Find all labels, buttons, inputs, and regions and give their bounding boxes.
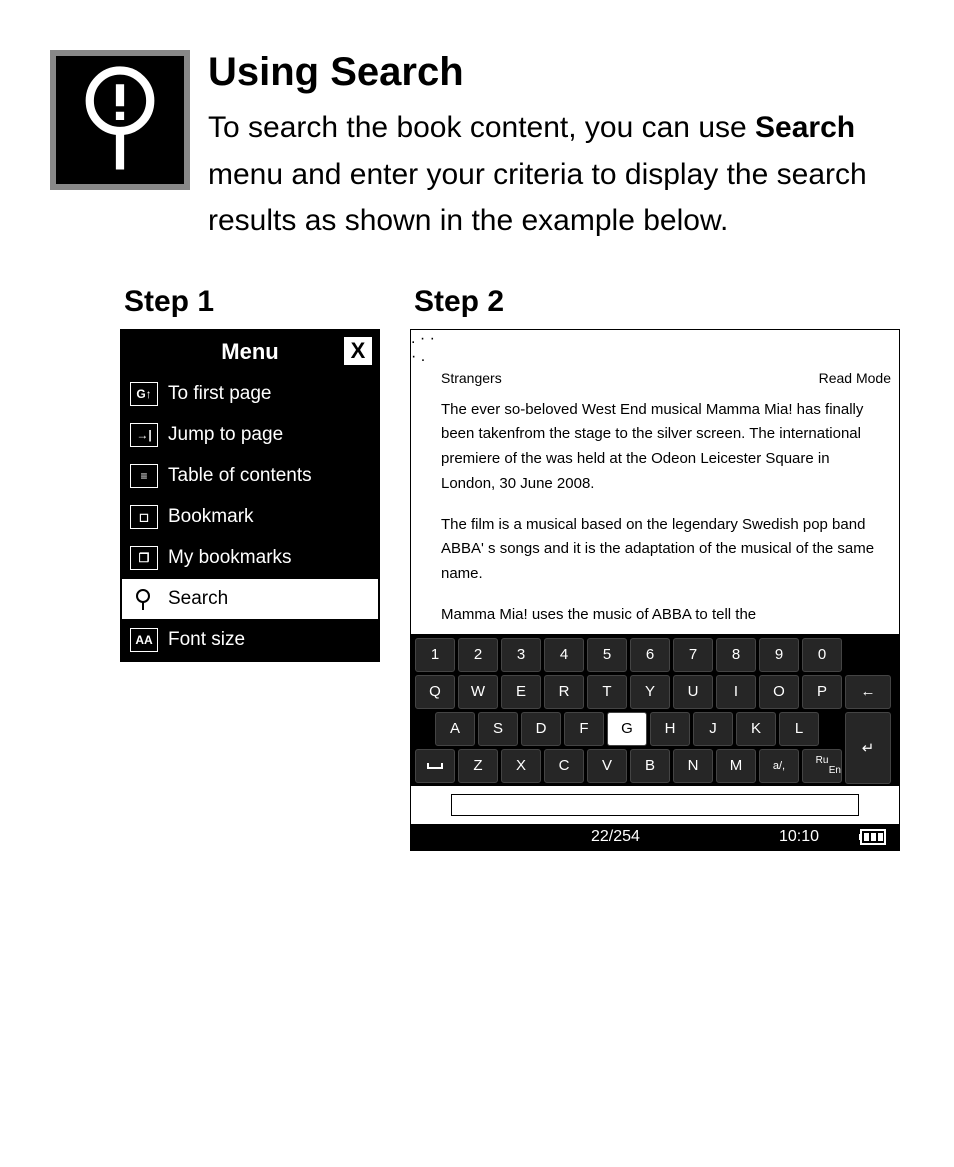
key-5[interactable]: 5 [587, 638, 627, 672]
key-i[interactable]: I [716, 675, 756, 709]
key-o[interactable]: O [759, 675, 799, 709]
menu-item-font-size[interactable]: AA Font size [122, 619, 378, 660]
jump-icon: →| [130, 423, 158, 447]
read-mode-label: Read Mode [819, 370, 891, 386]
step1-label: Step 1 [120, 285, 380, 319]
menu-item-search[interactable]: Search [122, 578, 378, 619]
key-0[interactable]: 0 [802, 638, 842, 672]
intro-post: menu and enter your criteria to display … [208, 158, 867, 238]
key-language[interactable]: RuEn [802, 749, 842, 783]
menu-item-toc[interactable]: ≡ Table of contents [122, 455, 378, 496]
menu-title: Menu [221, 339, 278, 365]
menu-item-label: To first page [168, 383, 272, 405]
step2-label: Step 2 [410, 285, 900, 319]
key-q[interactable]: Q [415, 675, 455, 709]
reader-screen: . · ·· . Strangers Read Mode The ever so… [410, 329, 900, 851]
key-7[interactable]: 7 [673, 638, 713, 672]
menu-panel: Menu X G↑ To first page →| Jump to page … [120, 329, 380, 662]
key-m[interactable]: M [716, 749, 756, 783]
key-j[interactable]: J [693, 712, 733, 746]
menu-item-label: My bookmarks [168, 547, 292, 569]
font-size-icon: AA [130, 628, 158, 652]
key-3[interactable]: 3 [501, 638, 541, 672]
page-title: Using Search [208, 50, 904, 95]
key-y[interactable]: Y [630, 675, 670, 709]
menu-item-first-page[interactable]: G↑ To first page [122, 373, 378, 414]
page-counter: 22/254 [591, 828, 640, 846]
key-d[interactable]: D [521, 712, 561, 746]
key-s[interactable]: S [478, 712, 518, 746]
reader-paragraph: Mamma Mia! uses the music of ABBA to tel… [441, 603, 877, 628]
reader-body: The ever so-beloved West End musical Mam… [411, 388, 899, 634]
clock: 10:10 [779, 828, 819, 846]
key-k[interactable]: K [736, 712, 776, 746]
battery-icon [859, 829, 889, 845]
key-f[interactable]: F [564, 712, 604, 746]
key-a[interactable]: A [435, 712, 475, 746]
key-t[interactable]: T [587, 675, 627, 709]
key-u[interactable]: U [673, 675, 713, 709]
key-space[interactable] [415, 749, 455, 783]
search-input-bar [411, 786, 899, 824]
key-n[interactable]: N [673, 749, 713, 783]
menu-title-bar: Menu X [122, 331, 378, 373]
toc-icon: ≡ [130, 464, 158, 488]
key-9[interactable]: 9 [759, 638, 799, 672]
book-title: Strangers [441, 370, 502, 386]
intro-text: To search the book content, you can use … [208, 105, 904, 245]
intro-bold: Search [755, 111, 855, 144]
menu-item-label: Bookmark [168, 506, 254, 528]
key-p[interactable]: P [802, 675, 842, 709]
menu-item-my-bookmarks[interactable]: ❐ My bookmarks [122, 537, 378, 578]
intro-pre: To search the book content, you can use [208, 111, 755, 144]
key-e[interactable]: E [501, 675, 541, 709]
bookmarks-icon: ❐ [130, 546, 158, 570]
key-x[interactable]: X [501, 749, 541, 783]
menu-item-label: Table of contents [168, 465, 312, 487]
key-backspace[interactable]: ← [845, 675, 891, 709]
search-icon [130, 587, 158, 611]
key-2[interactable]: 2 [458, 638, 498, 672]
reader-paragraph: The film is a musical based on the legen… [441, 513, 877, 587]
key-symbols[interactable]: a/, [759, 749, 799, 783]
search-input[interactable] [451, 794, 859, 816]
menu-item-label: Font size [168, 629, 245, 651]
bookmark-icon: ◻ [130, 505, 158, 529]
key-enter[interactable]: ↵ [845, 712, 891, 784]
on-screen-keyboard: 1234567890 QWERTYUIOP ← ASDFGHJKL ZXCVBN… [411, 634, 899, 786]
menu-item-label: Jump to page [168, 424, 283, 446]
key-4[interactable]: 4 [544, 638, 584, 672]
key-1[interactable]: 1 [415, 638, 455, 672]
key-z[interactable]: Z [458, 749, 498, 783]
key-h[interactable]: H [650, 712, 690, 746]
key-8[interactable]: 8 [716, 638, 756, 672]
menu-item-jump[interactable]: →| Jump to page [122, 414, 378, 455]
first-page-icon: G↑ [130, 382, 158, 406]
status-bar: 22/254 10:10 [411, 824, 899, 850]
key-r[interactable]: R [544, 675, 584, 709]
key-l[interactable]: L [779, 712, 819, 746]
key-b[interactable]: B [630, 749, 670, 783]
menu-item-bookmark[interactable]: ◻ Bookmark [122, 496, 378, 537]
reader-paragraph: The ever so-beloved West End musical Mam… [441, 398, 877, 497]
menu-item-label: Search [168, 588, 228, 610]
corner-dots-icon: . · ·· . [411, 330, 899, 366]
key-6[interactable]: 6 [630, 638, 670, 672]
key-v[interactable]: V [587, 749, 627, 783]
key-g[interactable]: G [607, 712, 647, 746]
menu-close-button[interactable]: X [342, 335, 374, 367]
key-c[interactable]: C [544, 749, 584, 783]
key-w[interactable]: W [458, 675, 498, 709]
section-icon [50, 50, 190, 190]
